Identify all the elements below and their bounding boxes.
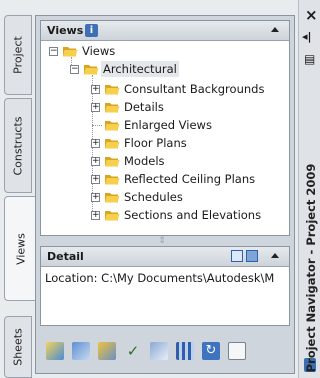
folder-icon: [105, 85, 120, 95]
tree-node-label: Sections and Elevations: [124, 208, 262, 222]
close-icon[interactable]: ×: [305, 6, 318, 24]
expand-icon[interactable]: +: [91, 193, 100, 202]
info-icon[interactable]: i: [85, 24, 98, 37]
folder-icon: [105, 103, 120, 113]
table-icon[interactable]: [176, 342, 194, 360]
tab-views-label: Views: [14, 232, 27, 265]
filter-icon[interactable]: [150, 342, 168, 360]
view-properties-icon[interactable]: [72, 342, 90, 360]
add-view-icon[interactable]: [46, 342, 64, 360]
auto-hide-icon[interactable]: ◂|: [302, 30, 312, 43]
expand-icon[interactable]: +: [91, 139, 100, 148]
tab-sheets-label: Sheets: [11, 328, 25, 366]
collapse-icon[interactable]: −: [70, 65, 79, 74]
folder-icon: [105, 157, 120, 167]
folder-icon: [105, 211, 120, 221]
tree-node-label: Consultant Backgrounds: [124, 82, 265, 96]
preview-icon[interactable]: [246, 250, 258, 262]
tree-node-label: Schedules: [124, 190, 183, 204]
tree-node-label: Floor Plans: [124, 136, 187, 150]
views-section: Views i − Views − Architectural + Consul…: [40, 20, 290, 236]
detail-view-icon[interactable]: [231, 250, 243, 262]
detail-section: Detail Location: C:\My Documents\Autodes…: [40, 246, 290, 326]
expand-icon[interactable]: +: [91, 211, 100, 220]
check-icon[interactable]: ✓: [124, 342, 142, 360]
collapse-icon[interactable]: −: [49, 47, 58, 56]
detail-title: Detail: [47, 250, 84, 263]
tab-views[interactable]: Views: [4, 196, 36, 301]
tab-project[interactable]: Project: [4, 15, 32, 95]
tree-node-label: Enlarged Views: [124, 118, 212, 132]
views-title: Views: [47, 24, 84, 37]
tree-node-label: Architectural: [101, 61, 179, 77]
tab-project-label: Project: [11, 36, 25, 74]
tree-node-label: Details: [124, 100, 164, 114]
tree-node-label: Views: [82, 44, 116, 58]
bottom-toolbar: ✓ ↻: [40, 336, 290, 366]
tree-node-label: Models: [124, 154, 165, 168]
copy-icon[interactable]: [228, 342, 246, 360]
refresh-icon[interactable]: ↻: [202, 342, 220, 360]
folder-icon: [105, 193, 120, 203]
folder-icon: [105, 175, 120, 185]
expand-icon[interactable]: +: [91, 175, 100, 184]
tab-constructs-label: Constructs: [11, 115, 25, 176]
folder-icon: [105, 121, 120, 131]
expand-icon[interactable]: +: [91, 157, 100, 166]
folder-icon: [105, 139, 120, 149]
tab-sheets[interactable]: Sheets: [4, 316, 32, 378]
navigator-panel: Views i − Views − Architectural + Consul…: [35, 15, 295, 374]
tree-node-label: Reflected Ceiling Plans: [124, 172, 256, 186]
tab-constructs[interactable]: Constructs: [4, 98, 32, 193]
views-tree: − Views − Architectural + Consultant Bac…: [41, 41, 289, 235]
detail-location: Location: C:\My Documents\Autodesk\M: [45, 271, 275, 285]
collapse-detail-icon[interactable]: [271, 253, 279, 258]
splitter-handle[interactable]: ⇕: [152, 236, 172, 246]
folder-icon: [84, 65, 99, 75]
folder-icon: [63, 47, 78, 57]
expand-icon[interactable]: +: [91, 103, 100, 112]
properties-menu-icon[interactable]: ▤: [304, 52, 315, 66]
views-header[interactable]: Views i: [41, 21, 289, 41]
collapse-views-icon[interactable]: [271, 27, 279, 32]
window-title: Project Navigator - Project 2009: [304, 163, 318, 373]
detail-header[interactable]: Detail: [41, 247, 289, 267]
expand-icon[interactable]: +: [91, 85, 100, 94]
regenerate-icon[interactable]: [98, 342, 116, 360]
